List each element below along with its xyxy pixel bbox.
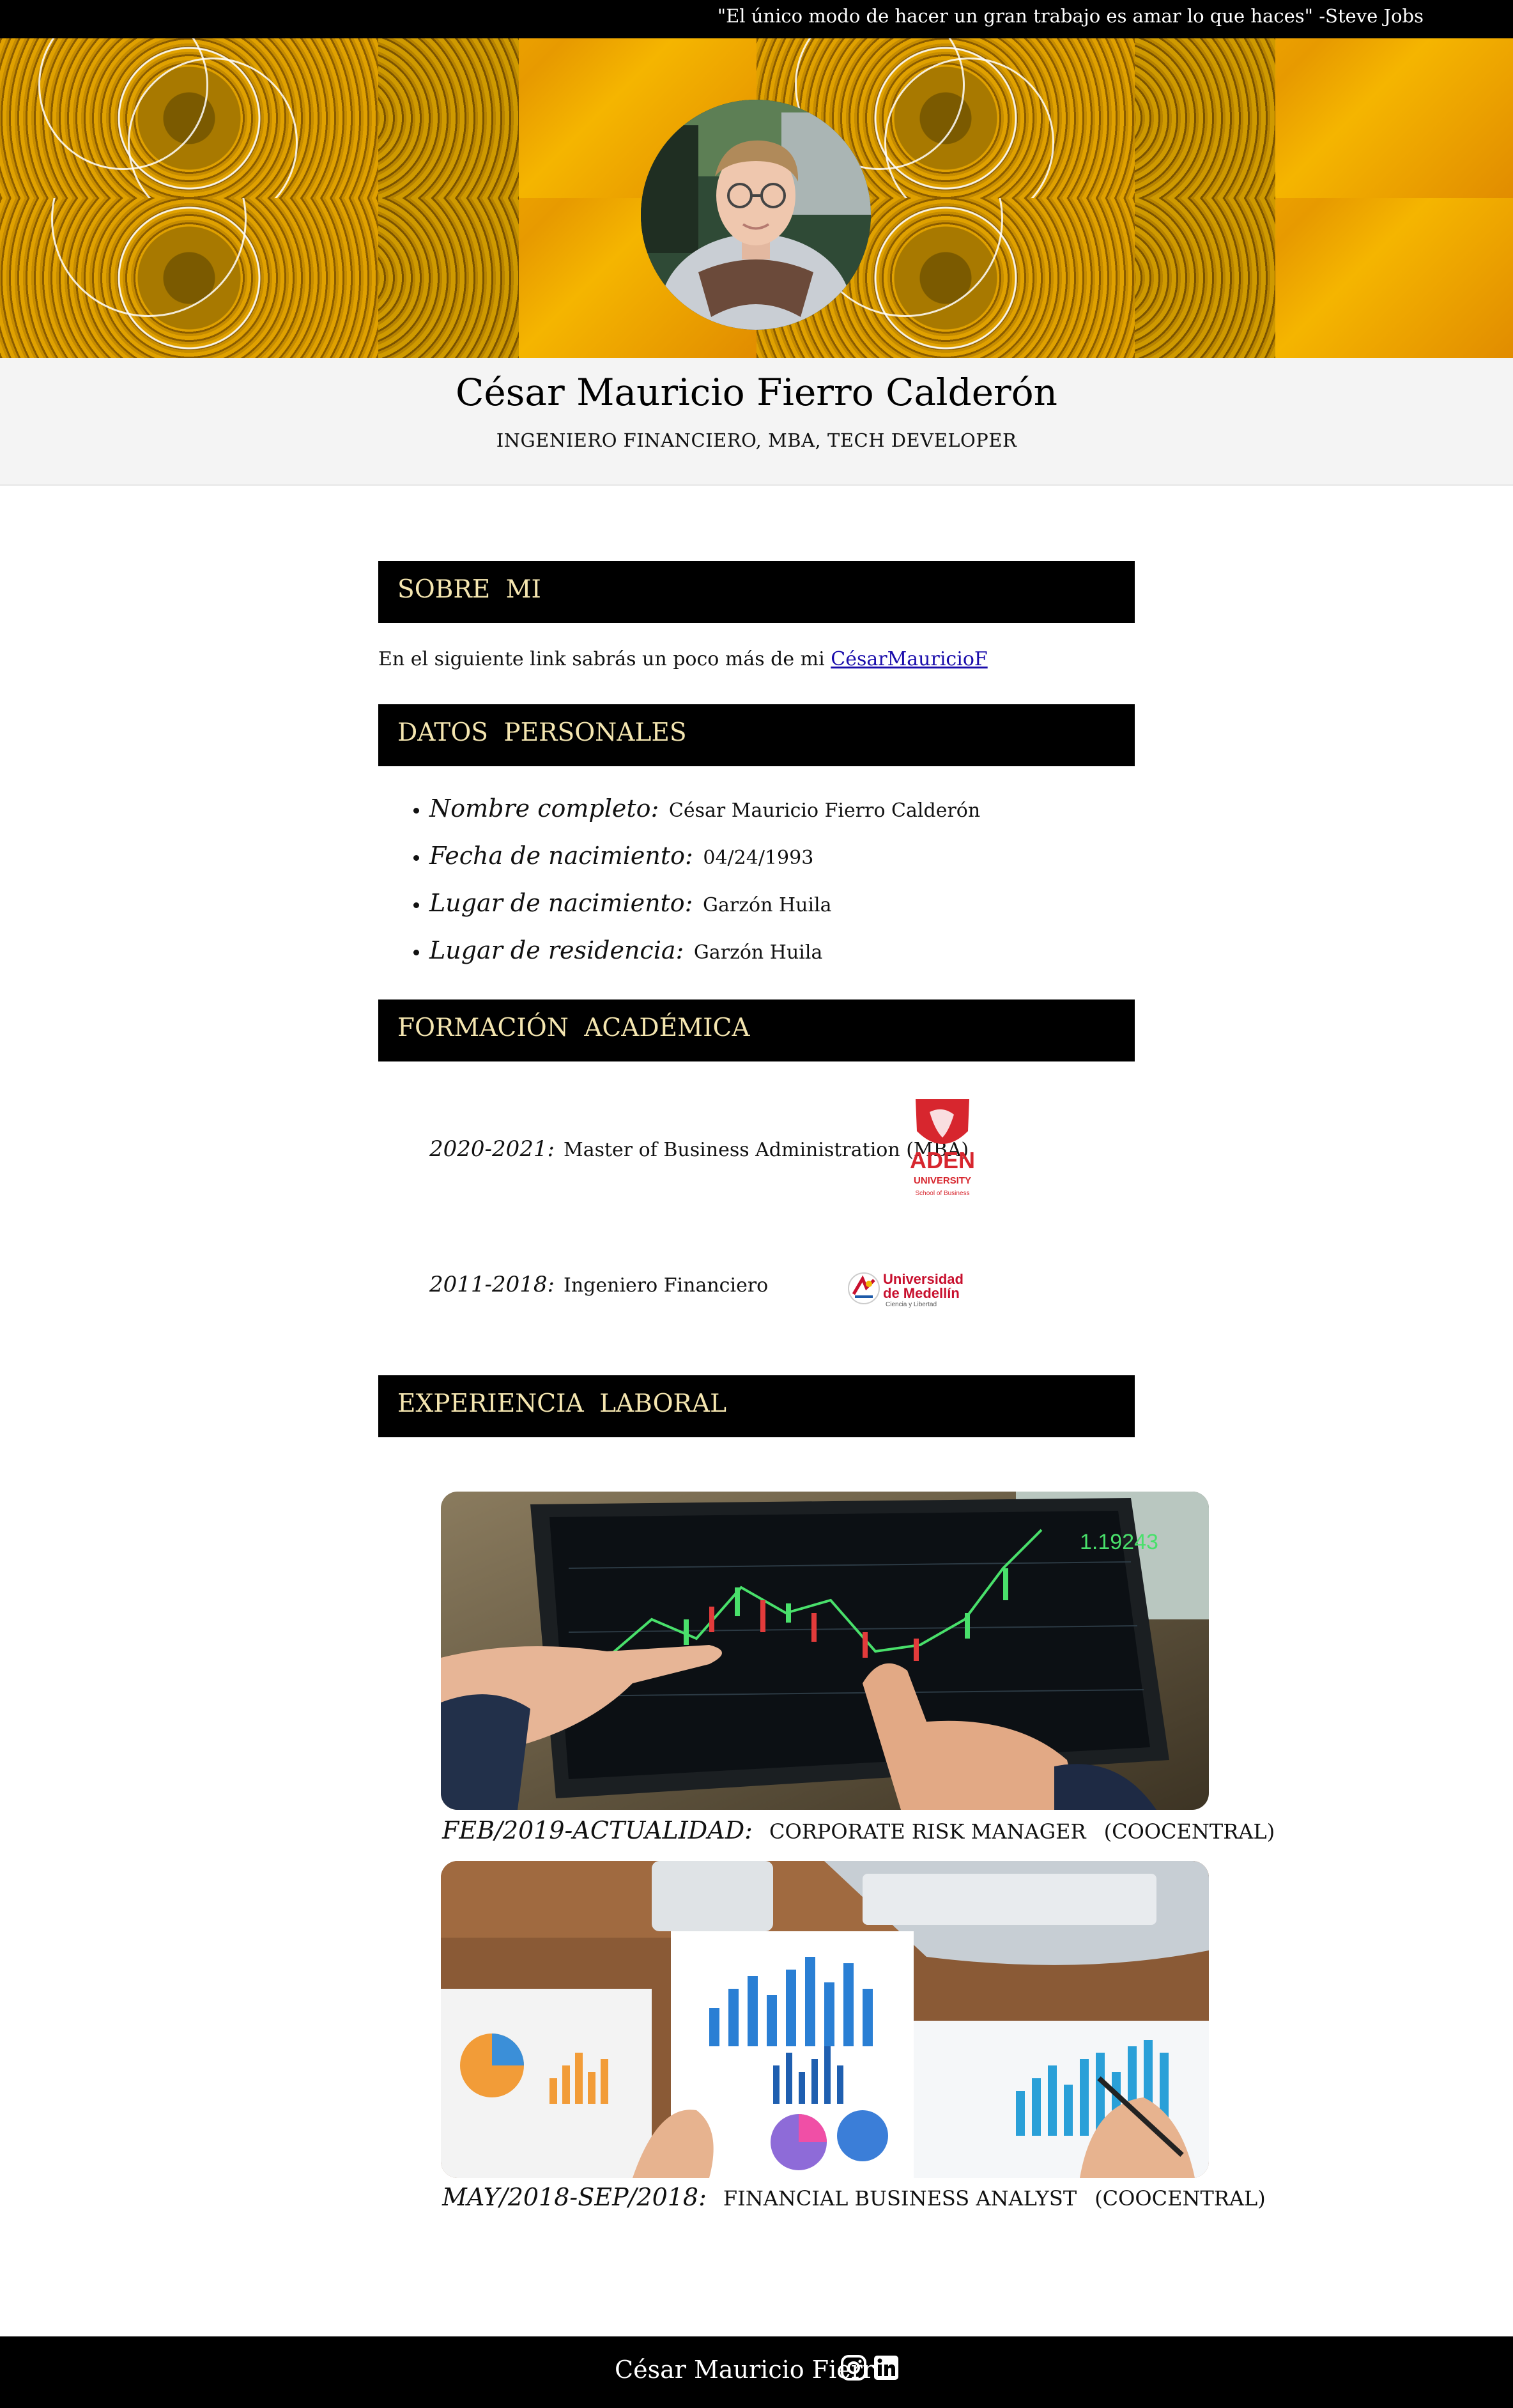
job-image-analytics [441,1861,1209,2178]
about-link[interactable]: CésarMauricioF [831,648,987,670]
list-item: Lugar de residencia: Garzón Huila [429,927,980,974]
analytics-photo [441,1861,1209,2178]
section-header-education: FORMACIÓN ACADÉMICA [378,999,1135,1061]
section-header-experience: EXPERIENCIA LABORAL [378,1375,1135,1437]
section-title: DATOS PERSONALES [397,718,687,747]
trading-photo: 1.19243 [441,1492,1209,1810]
job-role: FINANCIAL BUSINESS ANALYST [723,2186,1077,2211]
logo-text: Ciencia y Libertad [886,1301,937,1308]
banner-tile [0,38,378,198]
field-value: Garzón Huila [703,894,832,916]
education-years: 2020-2021: [429,1136,555,1162]
logo-text: de Medellín [883,1285,960,1301]
field-label: Nombre completo: [429,794,659,822]
profile-subtitle: INGENIERO FINANCIERO, MBA, TECH DEVELOPE… [496,429,1017,451]
job-period: MAY/2018-SEP/2018: [442,2183,707,2211]
banner-tile [1135,38,1513,198]
field-value: 04/24/1993 [703,847,814,869]
education-degree: Ingeniero Financiero [564,1274,769,1297]
list-item: Nombre completo: César Mauricio Fierro C… [429,785,980,832]
aden-university-logo: ADEN UNIVERSITY School of Business [910,1099,975,1197]
section-title: SOBRE MI [397,575,541,604]
footer: César Mauricio Fierro [0,2336,1513,2408]
field-label: Fecha de nacimiento: [429,842,693,870]
profile-header: César Mauricio Fierro Calderón INGENIERO… [0,358,1513,486]
profile-photo [641,100,871,330]
education-item: 2020-2021: Master of Business Administrat… [429,1136,969,1162]
about-paragraph: En el siguiente link sabrás un poco más … [378,648,988,670]
section-header-personal: DATOS PERSONALES [378,704,1135,766]
field-label: Lugar de residencia: [429,936,684,964]
job-company: (COOCENTRAL) [1094,2186,1266,2211]
field-label: Lugar de nacimiento: [429,889,693,917]
section-header-about: SOBRE MI [378,561,1135,623]
field-value: César Mauricio Fierro Calderón [668,799,981,822]
profile-avatar [641,100,871,330]
instagram-icon[interactable] [840,2354,867,2381]
job-image-trading: 1.19243 [441,1492,1209,1810]
profile-name: César Mauricio Fierro Calderón [455,371,1058,414]
logo-text: School of Business [915,1190,969,1197]
job-company: (COOCENTRAL) [1103,1819,1275,1844]
quote-text: "El único modo de hacer un gran trabajo … [717,5,1424,27]
logo-text: UNIVERSITY [914,1175,971,1186]
list-item: Lugar de nacimiento: Garzón Huila [429,879,980,927]
banner-tile [1135,198,1513,358]
logo-text: ADEN [910,1147,975,1173]
top-quote-bar: "El único modo de hacer un gran trabajo … [0,0,1513,38]
field-value: Garzón Huila [693,941,823,964]
education-item: 2011-2018: Ingeniero Financiero [429,1272,768,1297]
job-caption: FEB/2019-ACTUALIDAD: CORPORATE RISK MANAG… [442,1816,1275,1844]
list-item: Fecha de nacimiento: 04/24/1993 [429,832,980,879]
linkedin-icon[interactable] [873,2354,900,2381]
banner-tile [0,198,378,358]
section-title: EXPERIENCIA LABORAL [397,1389,726,1418]
job-period: FEB/2019-ACTUALIDAD: [442,1816,753,1844]
about-text: En el siguiente link sabrás un poco más … [378,648,831,670]
svg-text:1.19243: 1.19243 [1080,1530,1158,1554]
section-title: FORMACIÓN ACADÉMICA [397,1014,750,1042]
job-caption: MAY/2018-SEP/2018: FINANCIAL BUSINESS ANA… [442,2183,1266,2211]
universidad-medellin-logo: Universidad de Medellín Ciencia y Libert… [848,1271,964,1308]
education-years: 2011-2018: [429,1272,555,1297]
personal-data-list: Nombre completo: César Mauricio Fierro C… [390,785,980,974]
job-role: CORPORATE RISK MANAGER [769,1819,1086,1844]
